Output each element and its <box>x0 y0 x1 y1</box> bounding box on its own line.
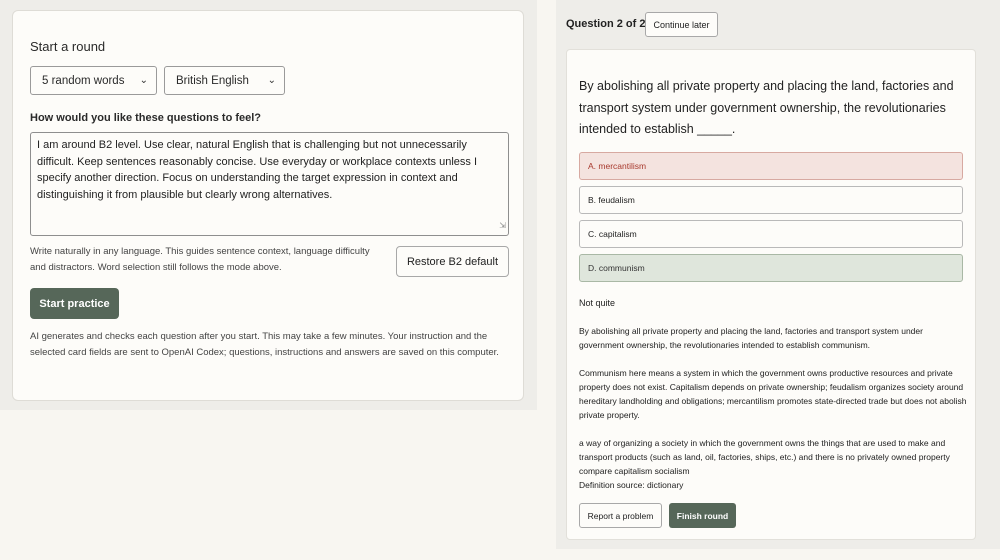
mode-select[interactable]: 5 random words ⌄ <box>30 66 157 95</box>
question-text: By abolishing all private property and p… <box>579 79 954 136</box>
chevron-down-icon: ⌄ <box>139 75 148 86</box>
question-counter: Question 2 of 2 <box>566 18 646 30</box>
resize-grip-icon[interactable]: ⇲ <box>499 218 506 235</box>
finish-round-button[interactable]: Finish round <box>669 503 736 528</box>
feedback-explanation: Communism here means a system in which t… <box>579 368 967 420</box>
setup-title: Start a round <box>30 39 106 54</box>
mode-select-value: 5 random words <box>42 74 125 87</box>
setup-panel: Start a round 5 random words ⌄ British E… <box>0 0 537 410</box>
instruction-label: How would you like these questions to fe… <box>30 112 262 124</box>
answer-option-a[interactable]: A. mercantilism <box>579 152 963 180</box>
answer-option-b[interactable]: B. feudalism <box>579 186 963 214</box>
feedback-answer-sentence: By abolishing all private property and p… <box>579 326 923 350</box>
definition-source: Definition source: dictionary <box>579 480 684 490</box>
instruction-hint: Write naturally in any language. This gu… <box>30 246 370 273</box>
restore-default-button[interactable]: Restore B2 default <box>396 246 509 277</box>
setup-card: Start a round 5 random words ⌄ British E… <box>12 10 524 401</box>
answer-option-c[interactable]: C. capitalism <box>579 220 963 248</box>
continue-later-button[interactable]: Continue later <box>645 12 718 37</box>
report-problem-button[interactable]: Report a problem <box>579 503 662 528</box>
instruction-text: I am around B2 level. Use clear, natural… <box>37 139 478 201</box>
feedback-definition: a way of organizing a society in which t… <box>579 438 950 476</box>
ai-disclaimer: AI generates and checks each question af… <box>30 331 499 358</box>
quiz-panel: Question 2 of 2 Continue later By abolis… <box>556 0 1000 549</box>
chevron-down-icon: ⌄ <box>267 75 276 86</box>
language-select-value: British English <box>176 74 249 87</box>
language-select[interactable]: British English ⌄ <box>164 66 285 95</box>
instruction-textarea[interactable]: I am around B2 level. Use clear, natural… <box>30 132 509 236</box>
feedback-verdict: Not quite <box>579 298 616 308</box>
question-card: By abolishing all private property and p… <box>566 49 976 540</box>
answer-option-d[interactable]: D. communism <box>579 254 963 282</box>
start-practice-button[interactable]: Start practice <box>30 288 119 319</box>
